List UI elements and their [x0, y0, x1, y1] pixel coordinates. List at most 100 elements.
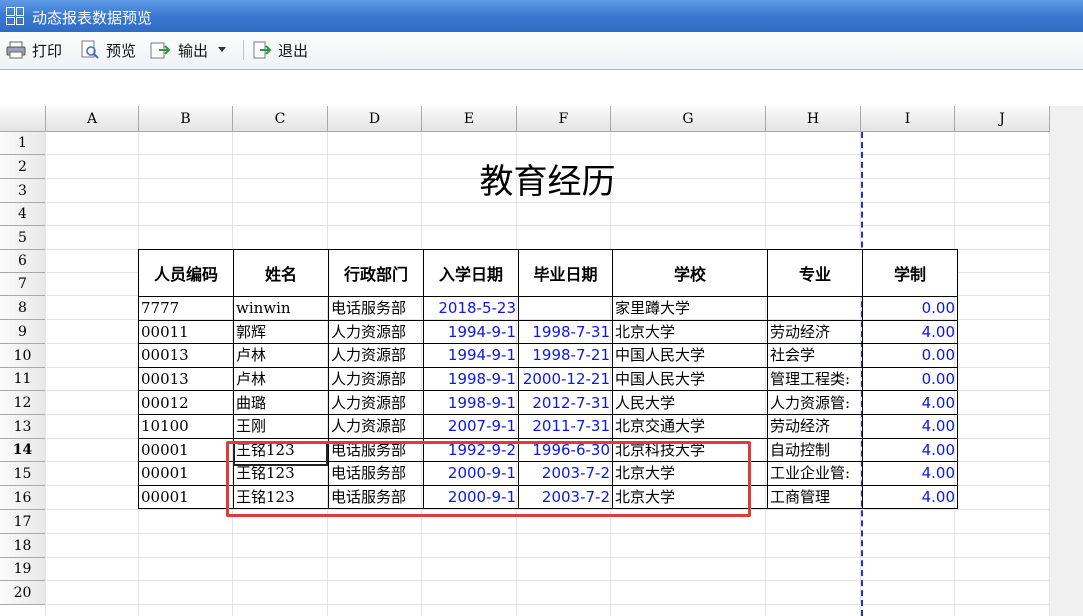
- table-cell[interactable]: 00012: [138, 390, 234, 415]
- table-cell[interactable]: 北京科技大学: [612, 437, 768, 463]
- table-cell[interactable]: 郭辉: [233, 319, 329, 345]
- table-cell[interactable]: 人民大学: [612, 390, 768, 415]
- table-cell[interactable]: 人力资源部: [328, 319, 424, 345]
- table-cell[interactable]: 4.00: [862, 461, 958, 486]
- report-header-cell[interactable]: 专业: [767, 249, 863, 297]
- table-cell[interactable]: 中国人民大学: [612, 343, 768, 368]
- table-cell[interactable]: 卢林: [233, 343, 329, 368]
- table-cell[interactable]: 4.00: [862, 319, 958, 345]
- table-cell[interactable]: 自动控制: [767, 437, 863, 463]
- table-cell[interactable]: 2000-9-1: [423, 461, 519, 486]
- table-cell[interactable]: 4.00: [862, 437, 958, 463]
- column-header-i[interactable]: I: [861, 106, 955, 132]
- table-cell[interactable]: 人力资源部: [328, 413, 424, 439]
- row-header-13[interactable]: 13: [0, 415, 46, 439]
- table-cell[interactable]: 1994-9-1: [423, 343, 519, 368]
- table-cell[interactable]: 家里蹲大学: [612, 296, 768, 321]
- table-cell[interactable]: 00013: [138, 366, 234, 392]
- row-header-15[interactable]: 15: [0, 462, 46, 486]
- row-header-19[interactable]: 19: [0, 558, 46, 581]
- table-cell[interactable]: [518, 296, 613, 321]
- table-cell[interactable]: 1994-9-1: [423, 319, 519, 345]
- table-cell[interactable]: 2011-7-31: [518, 413, 613, 439]
- table-cell[interactable]: 工商管理: [767, 484, 863, 510]
- row-header-1[interactable]: 1: [0, 132, 46, 155]
- table-cell[interactable]: 劳动经济: [767, 413, 863, 439]
- row-header-3[interactable]: 3: [0, 179, 46, 203]
- report-header-cell[interactable]: 行政部门: [328, 249, 424, 297]
- table-cell[interactable]: 王刚: [233, 413, 329, 439]
- table-cell[interactable]: 7777: [138, 296, 234, 321]
- table-cell[interactable]: 人力资源部: [328, 390, 424, 415]
- table-cell[interactable]: 社会学: [767, 343, 863, 368]
- column-header-e[interactable]: E: [422, 106, 517, 132]
- column-header-b[interactable]: B: [139, 106, 233, 132]
- row-header-20[interactable]: 20: [0, 581, 46, 605]
- column-header-j[interactable]: J: [955, 106, 1050, 132]
- spreadsheet[interactable]: A B C D E F G H I J 1 2 3 4 5 6 7 8 9 10 11 12 13 14 15 16 17 18 19 2…: [0, 106, 1083, 616]
- report-header-cell[interactable]: 入学日期: [423, 249, 519, 297]
- exit-button[interactable]: 退出: [252, 39, 308, 61]
- table-cell[interactable]: 1992-9-2: [423, 437, 519, 463]
- table-cell[interactable]: 工业企业管:: [767, 461, 863, 486]
- table-cell[interactable]: 人力资源管:: [767, 390, 863, 415]
- table-cell[interactable]: 4.00: [862, 484, 958, 510]
- table-cell[interactable]: 2000-12-21: [518, 366, 613, 392]
- print-button[interactable]: 打印: [6, 39, 62, 61]
- table-cell[interactable]: 2018-5-23: [423, 296, 519, 321]
- row-header-14[interactable]: 14: [0, 439, 46, 462]
- table-cell[interactable]: 2007-9-1: [423, 413, 519, 439]
- row-header-7[interactable]: 7: [0, 273, 46, 296]
- select-all-corner[interactable]: [0, 106, 46, 132]
- table-cell[interactable]: 1998-7-31: [518, 319, 613, 345]
- table-cell[interactable]: [767, 296, 863, 321]
- table-cell[interactable]: 1998-9-1: [423, 366, 519, 392]
- table-cell[interactable]: 00001: [138, 484, 234, 510]
- column-header-g[interactable]: G: [611, 106, 766, 132]
- row-header-10[interactable]: 10: [0, 344, 46, 368]
- row-header-16[interactable]: 16: [0, 486, 46, 510]
- report-header-cell[interactable]: 人员编码: [138, 249, 234, 297]
- table-cell[interactable]: 电话服务部: [328, 296, 424, 321]
- table-cell[interactable]: 人力资源部: [328, 366, 424, 392]
- row-header-18[interactable]: 18: [0, 534, 46, 558]
- column-header-d[interactable]: D: [328, 106, 422, 132]
- row-header-9[interactable]: 9: [0, 320, 46, 344]
- table-cell[interactable]: 00001: [138, 461, 234, 486]
- row-header-11[interactable]: 11: [0, 368, 46, 391]
- table-cell[interactable]: 1998-9-1: [423, 390, 519, 415]
- table-cell[interactable]: 北京大学: [612, 461, 768, 486]
- table-cell[interactable]: 2012-7-31: [518, 390, 613, 415]
- report-header-cell[interactable]: 学校: [612, 249, 768, 297]
- table-cell[interactable]: 2003-7-2: [518, 461, 613, 486]
- table-cell[interactable]: 0.00: [862, 296, 958, 321]
- table-cell[interactable]: 人力资源部: [328, 343, 424, 368]
- table-cell[interactable]: 劳动经济: [767, 319, 863, 345]
- table-cell[interactable]: 0.00: [862, 343, 958, 368]
- column-header-h[interactable]: H: [766, 106, 861, 132]
- table-cell[interactable]: 北京大学: [612, 319, 768, 345]
- table-cell[interactable]: 管理工程类:: [767, 366, 863, 392]
- row-header-12[interactable]: 12: [0, 391, 46, 415]
- table-cell[interactable]: 卢林: [233, 366, 329, 392]
- table-cell[interactable]: 曲璐: [233, 390, 329, 415]
- table-cell[interactable]: 2003-7-2: [518, 484, 613, 510]
- row-header-17[interactable]: 17: [0, 510, 46, 534]
- table-cell[interactable]: 王铭123: [233, 437, 329, 463]
- table-cell[interactable]: 电话服务部: [328, 484, 424, 510]
- row-header-4[interactable]: 4: [0, 203, 46, 226]
- report-header-cell[interactable]: 姓名: [233, 249, 329, 297]
- column-header-a[interactable]: A: [46, 106, 139, 132]
- table-cell[interactable]: 北京交通大学: [612, 413, 768, 439]
- table-cell[interactable]: 00011: [138, 319, 234, 345]
- table-cell[interactable]: winwin: [233, 296, 329, 321]
- table-cell[interactable]: 1996-6-30: [518, 437, 613, 463]
- table-cell[interactable]: 1998-7-21: [518, 343, 613, 368]
- row-header-6[interactable]: 6: [0, 250, 46, 273]
- row-header-5[interactable]: 5: [0, 226, 46, 250]
- table-cell[interactable]: 电话服务部: [328, 461, 424, 486]
- table-cell[interactable]: 中国人民大学: [612, 366, 768, 392]
- table-cell[interactable]: 4.00: [862, 390, 958, 415]
- export-button[interactable]: 输出: [150, 39, 232, 61]
- row-header-8[interactable]: 8: [0, 296, 46, 320]
